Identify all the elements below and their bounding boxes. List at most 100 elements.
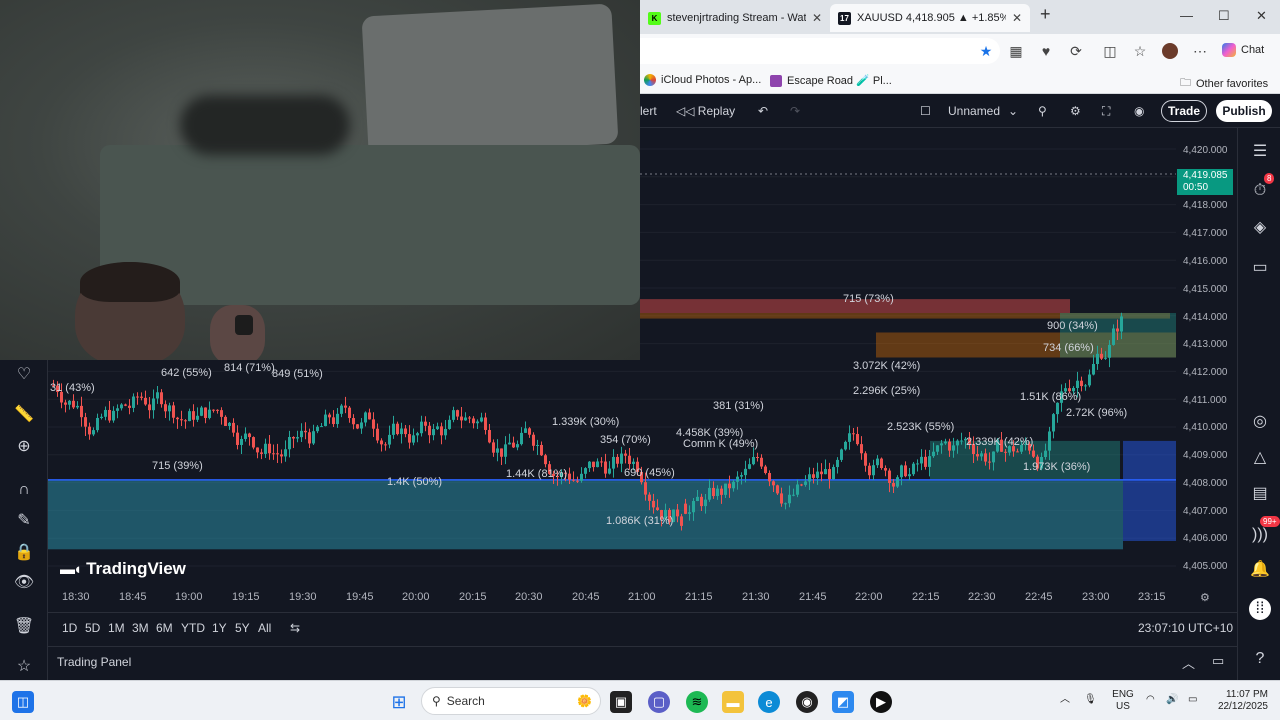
- pencil-icon[interactable]: ✎: [14, 510, 34, 530]
- avatar[interactable]: [1162, 43, 1178, 59]
- range-5y[interactable]: 5Y: [235, 621, 250, 635]
- region-label: US: [1116, 701, 1130, 712]
- favorites-icon[interactable]: ☆: [1132, 43, 1148, 59]
- wifi-icon[interactable]: ◠: [1146, 694, 1155, 706]
- time-axis[interactable]: 18:30 18:45 19:00 19:15 19:30 19:45 20:0…: [48, 591, 1210, 607]
- calendar-icon[interactable]: ▤: [1249, 482, 1271, 504]
- maximize-icon[interactable]: ☐: [1218, 8, 1230, 24]
- camera-icon[interactable]: ◉: [1134, 104, 1144, 118]
- split-screen-icon[interactable]: ◫: [1102, 43, 1118, 59]
- clock[interactable]: 11:07 PM 22/12/2025: [1208, 689, 1268, 713]
- layout-name[interactable]: Unnamed: [948, 104, 1000, 118]
- language-indicator[interactable]: ENG US: [1108, 689, 1138, 713]
- redo-icon[interactable]: ↷: [790, 104, 800, 118]
- tab-kick-stream[interactable]: K stevenjrtrading Stream - Watch Liv ✕: [640, 4, 830, 32]
- chevron-up-icon[interactable]: ︿: [1182, 653, 1195, 672]
- media-icon[interactable]: ▶: [870, 691, 892, 713]
- favorite-icloud[interactable]: iCloud Photos - Ap...: [644, 74, 761, 86]
- minimize-icon[interactable]: —: [1180, 8, 1193, 23]
- candle-body: [464, 417, 467, 421]
- file-explorer-icon[interactable]: ▬: [722, 691, 744, 713]
- battery-icon[interactable]: ▭: [1188, 694, 1197, 706]
- widgets-icon[interactable]: ◫: [12, 691, 34, 713]
- range-5d[interactable]: 5D: [85, 621, 100, 635]
- layout-icon[interactable]: ☐: [920, 104, 931, 118]
- trade-button[interactable]: Trade: [1161, 100, 1207, 122]
- close-icon[interactable]: ✕: [812, 11, 822, 25]
- range-3m[interactable]: 3M: [132, 621, 149, 635]
- bell-icon[interactable]: 🔔: [1249, 558, 1271, 580]
- copilot-chat-button[interactable]: Chat: [1222, 43, 1264, 57]
- candle-body: [716, 488, 719, 497]
- range-1m[interactable]: 1M: [108, 621, 125, 635]
- replay-button[interactable]: ◁◁ Replay: [676, 104, 735, 118]
- range-1d[interactable]: 1D: [62, 621, 77, 635]
- settings-icon[interactable]: ⚙: [1070, 104, 1081, 118]
- performance-icon[interactable]: ♥: [1038, 43, 1054, 59]
- alert-button[interactable]: lert: [640, 104, 657, 118]
- task-view-icon[interactable]: ▣: [610, 691, 632, 713]
- watchlist-icon[interactable]: ☰: [1249, 140, 1271, 162]
- taskbar-search[interactable]: ⚲ Search 🌼: [421, 687, 601, 715]
- favorite-heart-icon[interactable]: ♡: [14, 364, 34, 384]
- close-icon[interactable]: ✕: [1012, 11, 1022, 25]
- zoom-in-icon[interactable]: ⊕: [14, 436, 34, 456]
- quick-search-icon[interactable]: ⚲: [1038, 104, 1047, 118]
- candle-body: [256, 447, 259, 453]
- pine-icon[interactable]: △: [1249, 446, 1271, 468]
- candle-body: [348, 407, 351, 419]
- trash-icon[interactable]: 🗑: [14, 616, 34, 636]
- trading-panel-label[interactable]: Trading Panel: [57, 655, 131, 669]
- app-icon[interactable]: ◩: [832, 691, 854, 713]
- volume-label: 354 (70%): [600, 434, 651, 446]
- gear-icon[interactable]: ⚙: [1200, 591, 1210, 604]
- refresh-icon[interactable]: ⟳: [1068, 43, 1084, 59]
- candle-body: [644, 482, 647, 495]
- ruler-icon[interactable]: 📏: [14, 404, 34, 424]
- fullscreen-icon[interactable]: ⛶: [1102, 104, 1110, 119]
- chat-icon[interactable]: ▭: [1249, 256, 1271, 278]
- magnet-icon[interactable]: ∩: [14, 480, 34, 500]
- candle-body: [204, 407, 207, 418]
- candle-body: [1076, 380, 1079, 389]
- range-all[interactable]: All: [258, 621, 271, 635]
- extension-icon[interactable]: ▦: [1008, 43, 1024, 59]
- edge-icon[interactable]: e: [758, 691, 780, 713]
- candle-body: [1088, 374, 1091, 386]
- start-icon[interactable]: ⊞: [388, 691, 410, 713]
- tray-chevron-icon[interactable]: ︿: [1060, 694, 1070, 706]
- url-field[interactable]: [640, 38, 1000, 64]
- publish-button[interactable]: Publish: [1216, 100, 1272, 122]
- layers-icon[interactable]: ◈: [1249, 216, 1271, 238]
- range-ytd[interactable]: YTD: [181, 621, 205, 635]
- microphone-icon[interactable]: 🎙: [1084, 694, 1097, 706]
- window-close-icon[interactable]: ✕: [1256, 8, 1267, 24]
- tab-xauusd[interactable]: 17 XAUUSD 4,418.905 ▲ +1.85% Unn ✕: [830, 4, 1030, 32]
- date-range-icon[interactable]: ⇆: [290, 621, 300, 635]
- clock-readout[interactable]: 23:07:10 UTC+10: [1138, 621, 1233, 635]
- price-tick: 4,409.000: [1183, 450, 1228, 461]
- target-icon[interactable]: ◎: [1249, 410, 1271, 432]
- spotify-icon[interactable]: ≋: [686, 691, 708, 713]
- trading-panel-bar[interactable]: Trading Panel ︿ ▭: [48, 646, 1237, 676]
- volume-icon[interactable]: 🔊: [1166, 694, 1178, 706]
- price-axis[interactable]: 4,420.000 4,418.000 4,417.000 4,416.000 …: [1176, 128, 1236, 612]
- github-icon[interactable]: ◉: [796, 691, 818, 713]
- undo-icon[interactable]: ↶: [758, 104, 768, 118]
- teams-icon[interactable]: ▢: [648, 691, 670, 713]
- eye-icon[interactable]: 👁: [14, 572, 34, 592]
- apps-grid-icon[interactable]: ⁞⁞: [1249, 598, 1271, 620]
- chevron-down-icon[interactable]: ⌄: [1008, 104, 1018, 118]
- star-icon[interactable]: ★: [978, 43, 994, 59]
- watchlist-star-icon[interactable]: ☆: [14, 656, 34, 676]
- other-favorites[interactable]: 🗀 Other favorites: [1180, 74, 1268, 93]
- more-icon[interactable]: ⋯: [1192, 43, 1208, 59]
- maximize-panel-icon[interactable]: ▭: [1212, 653, 1224, 669]
- broadcast-icon[interactable]: ))): [1249, 524, 1271, 546]
- favorite-escape-road[interactable]: Escape Road 🧪 Pl...: [770, 74, 892, 87]
- new-tab-button[interactable]: +: [1040, 4, 1051, 25]
- range-6m[interactable]: 6M: [156, 621, 173, 635]
- range-1y[interactable]: 1Y: [212, 621, 227, 635]
- lock-icon[interactable]: 🔒: [14, 542, 34, 562]
- help-icon[interactable]: ?: [1249, 648, 1271, 670]
